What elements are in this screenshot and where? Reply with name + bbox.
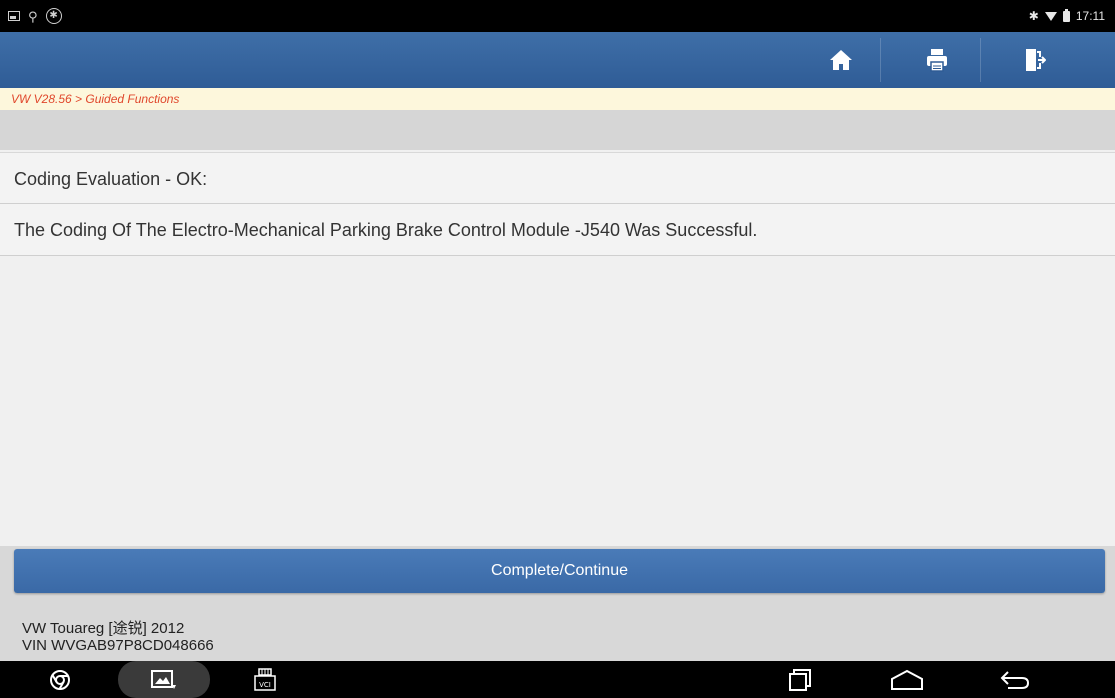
header-spacer bbox=[0, 110, 1115, 150]
vci-icon: VCI bbox=[254, 667, 276, 691]
recent-apps-button[interactable] bbox=[780, 661, 820, 698]
message-row-detail: The Coding Of The Electro-Mechanical Par… bbox=[0, 204, 1115, 256]
complete-continue-button[interactable]: Complete/Continue bbox=[14, 549, 1105, 593]
exit-icon bbox=[1026, 49, 1046, 71]
screenshot-button[interactable] bbox=[118, 661, 210, 698]
service-notification-icon: ✱ bbox=[45, 8, 62, 24]
vci-button[interactable]: VCI bbox=[245, 661, 285, 698]
vehicle-vin: VIN WVGAB97P8CD048666 bbox=[22, 637, 214, 654]
browser-button[interactable] bbox=[40, 661, 80, 698]
usb-icon: ⚲ bbox=[28, 8, 38, 24]
vci-label: VCI bbox=[259, 681, 271, 689]
home-button[interactable] bbox=[806, 32, 876, 88]
bluetooth-icon: ✱ bbox=[1028, 9, 1039, 23]
chrome-icon bbox=[50, 669, 70, 690]
exit-button[interactable] bbox=[1000, 32, 1070, 88]
message-row-title: Coding Evaluation - OK: bbox=[0, 152, 1115, 204]
vehicle-info: VW Touareg [途锐] 2012 VIN WVGAB97P8CD0486… bbox=[22, 620, 214, 654]
recent-apps-icon bbox=[789, 668, 811, 691]
android-home-icon bbox=[891, 669, 923, 690]
status-left-icons: ⚲ ✱ bbox=[8, 6, 62, 26]
status-bar: ⚲ ✱ ✱ 17:11 bbox=[0, 0, 1115, 32]
back-icon bbox=[1000, 670, 1030, 689]
toolbar-divider bbox=[880, 38, 881, 82]
top-toolbar bbox=[0, 32, 1115, 88]
android-nav-bar: VCI bbox=[0, 661, 1115, 698]
content-panel: Coding Evaluation - OK: The Coding Of Th… bbox=[0, 150, 1115, 546]
status-right-icons: ✱ 17:11 bbox=[1029, 6, 1105, 26]
wifi-icon bbox=[1044, 11, 1057, 21]
back-button[interactable] bbox=[995, 661, 1035, 698]
print-icon bbox=[927, 49, 947, 72]
vehicle-model: VW Touareg [途锐] 2012 bbox=[22, 620, 185, 637]
gallery-notification-icon bbox=[8, 11, 20, 21]
home-icon bbox=[830, 50, 852, 70]
print-button[interactable] bbox=[902, 32, 972, 88]
toolbar-divider bbox=[980, 38, 981, 82]
screenshot-icon bbox=[151, 669, 176, 689]
battery-icon bbox=[1062, 8, 1070, 22]
android-home-button[interactable] bbox=[885, 661, 929, 698]
status-time: 17:11 bbox=[1075, 9, 1105, 23]
breadcrumb: VW V28.56 > Guided Functions bbox=[0, 88, 1115, 110]
